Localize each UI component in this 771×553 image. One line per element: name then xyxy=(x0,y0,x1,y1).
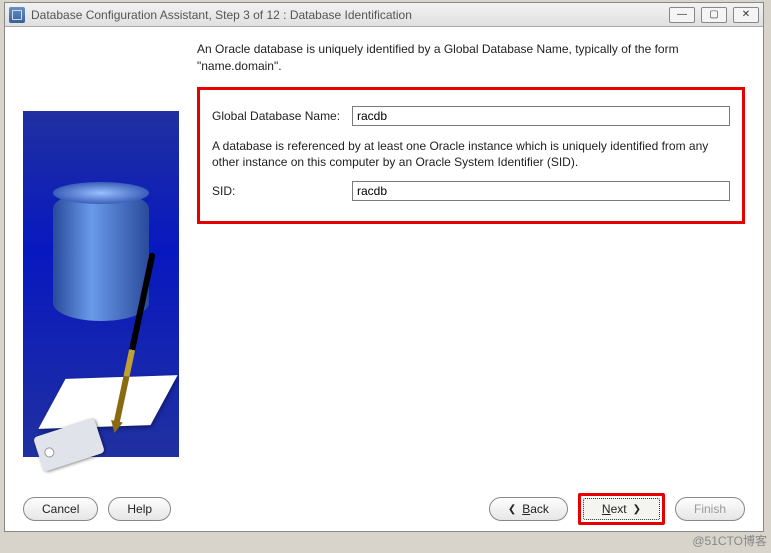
paper-graphic xyxy=(38,375,177,429)
help-button[interactable]: Help xyxy=(108,497,171,521)
next-arrow-icon: ❯ xyxy=(633,504,641,515)
watermark: @51CTO博客 xyxy=(692,532,767,549)
minimize-button[interactable]: — xyxy=(669,7,695,23)
gdn-input[interactable] xyxy=(352,106,730,126)
database-icon xyxy=(53,191,149,321)
intro-text: An Oracle database is uniquely identifie… xyxy=(197,41,745,75)
finish-button: Finish xyxy=(675,497,745,521)
titlebar: Database Configuration Assistant, Step 3… xyxy=(5,3,763,27)
window-title: Database Configuration Assistant, Step 3… xyxy=(31,8,669,22)
sid-label: SID: xyxy=(212,184,352,198)
app-icon xyxy=(9,7,25,23)
close-button[interactable]: ✕ xyxy=(733,7,759,23)
sid-row: SID: xyxy=(212,181,730,201)
sid-input[interactable] xyxy=(352,181,730,201)
side-illustration xyxy=(23,111,179,457)
dbca-window: Database Configuration Assistant, Step 3… xyxy=(4,2,764,532)
gdn-row: Global Database Name: xyxy=(212,106,730,126)
sid-description: A database is referenced by at least one… xyxy=(212,138,730,172)
back-button[interactable]: ❮ BBackack xyxy=(489,497,568,521)
next-highlight: NNextext ❯ xyxy=(578,493,665,525)
maximize-button[interactable]: ▢ xyxy=(701,7,727,23)
cancel-button[interactable]: Cancel xyxy=(23,497,98,521)
gdn-label: Global Database Name: xyxy=(212,109,352,123)
window-controls: — ▢ ✕ xyxy=(669,7,759,23)
form-panel: An Oracle database is uniquely identifie… xyxy=(197,41,745,477)
button-bar: Cancel Help ❮ BBackack NNextext ❯ Finish xyxy=(5,487,763,531)
content-area: An Oracle database is uniquely identifie… xyxy=(5,27,763,487)
back-arrow-icon: ❮ xyxy=(508,504,516,515)
highlighted-fields: Global Database Name: A database is refe… xyxy=(197,87,745,225)
next-button[interactable]: NNextext ❯ xyxy=(583,498,660,520)
